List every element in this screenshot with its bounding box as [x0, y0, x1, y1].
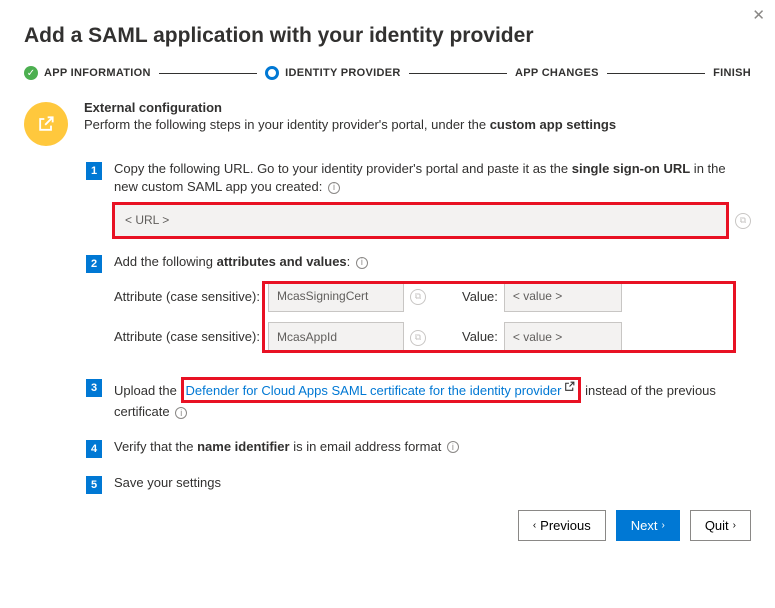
- attribute-name-field[interactable]: McasAppId: [268, 322, 404, 353]
- wizard-stepper: ✓ APP INFORMATION IDENTITY PROVIDER APP …: [24, 66, 751, 80]
- stepper-line: [409, 73, 507, 74]
- stepper-label: IDENTITY PROVIDER: [285, 67, 401, 79]
- info-icon[interactable]: i: [328, 182, 340, 194]
- sso-url-field[interactable]: < URL >: [114, 204, 727, 237]
- section-subtext: Perform the following steps in your iden…: [84, 117, 616, 132]
- previous-button[interactable]: ‹ Previous: [518, 510, 606, 541]
- current-step-dot-icon: [265, 66, 279, 80]
- step-number: 5: [86, 476, 102, 494]
- step2-text: Add the following: [114, 254, 217, 269]
- next-button[interactable]: Next›: [616, 510, 680, 541]
- subtext-bold: custom app settings: [490, 117, 616, 132]
- step-number: 2: [86, 255, 102, 273]
- copy-icon[interactable]: ⧉: [410, 289, 426, 305]
- step4-bold: name identifier: [197, 439, 289, 454]
- stepper-app-information: ✓ APP INFORMATION: [24, 66, 151, 80]
- step-number: 3: [86, 379, 102, 397]
- attribute-label: Attribute (case sensitive):: [114, 328, 262, 346]
- value-label: Value:: [462, 288, 498, 306]
- external-config-icon: [24, 102, 68, 146]
- stepper-label: APP CHANGES: [515, 67, 599, 79]
- instruction-step-4: 4 Verify that the name identifier is in …: [86, 438, 751, 458]
- step2-text2: :: [347, 254, 354, 269]
- stepper-app-changes: APP CHANGES: [515, 67, 599, 79]
- instruction-step-5: 5 Save your settings: [86, 474, 751, 494]
- attribute-value-field[interactable]: < value >: [504, 281, 622, 312]
- next-label: Next: [631, 518, 658, 533]
- info-icon[interactable]: i: [356, 257, 368, 269]
- chevron-left-icon: ‹: [533, 520, 536, 531]
- copy-icon[interactable]: ⧉: [410, 330, 426, 346]
- saml-certificate-link[interactable]: Defender for Cloud Apps SAML certificate…: [186, 383, 562, 398]
- step3-text: Upload the: [114, 383, 181, 398]
- quit-button[interactable]: Quit ›: [690, 510, 751, 541]
- attribute-label: Attribute (case sensitive):: [114, 288, 262, 306]
- step-number: 4: [86, 440, 102, 458]
- instruction-step-2: 2 Add the following attributes and value…: [86, 253, 751, 361]
- step-number: 1: [86, 162, 102, 180]
- info-icon[interactable]: i: [447, 441, 459, 453]
- instruction-step-1: 1 Copy the following URL. Go to your ide…: [86, 160, 751, 237]
- info-icon[interactable]: i: [175, 407, 187, 419]
- chevron-right-icon: ›: [661, 520, 664, 531]
- subtext-prefix: Perform the following steps in your iden…: [84, 117, 490, 132]
- chevron-right-icon: ›: [733, 520, 736, 531]
- value-label: Value:: [462, 328, 498, 346]
- close-button[interactable]: ✕: [752, 6, 765, 24]
- step1-bold: single sign-on URL: [572, 161, 690, 176]
- step1-text: Copy the following URL. Go to your ident…: [114, 161, 572, 176]
- attribute-value-field[interactable]: < value >: [504, 322, 622, 353]
- copy-icon[interactable]: ⧉: [735, 213, 751, 229]
- quit-label: Quit: [705, 518, 729, 533]
- stepper-identity-provider: IDENTITY PROVIDER: [265, 66, 401, 80]
- stepper-line: [607, 73, 705, 74]
- section-heading: External configuration: [84, 100, 616, 115]
- external-link-icon: [563, 380, 576, 398]
- check-icon: ✓: [24, 66, 38, 80]
- step4-text: Verify that the: [114, 439, 197, 454]
- step4-text2: is in email address format: [290, 439, 445, 454]
- wizard-footer: ‹Previous Next› Quit›: [24, 510, 751, 541]
- step5-text: Save your settings: [114, 475, 221, 490]
- dialog-title: Add a SAML application with your identit…: [24, 24, 751, 48]
- stepper-line: [159, 73, 257, 74]
- stepper-label: FINISH: [713, 67, 751, 79]
- attribute-name-field[interactable]: McasSigningCert: [268, 281, 404, 312]
- step2-bold: attributes and values: [217, 254, 347, 269]
- stepper-label: APP INFORMATION: [44, 67, 151, 79]
- previous-label: Previous: [540, 518, 591, 533]
- stepper-finish: FINISH: [713, 67, 751, 79]
- instruction-step-3: 3 Upload the Defender for Cloud Apps SAM…: [86, 377, 751, 422]
